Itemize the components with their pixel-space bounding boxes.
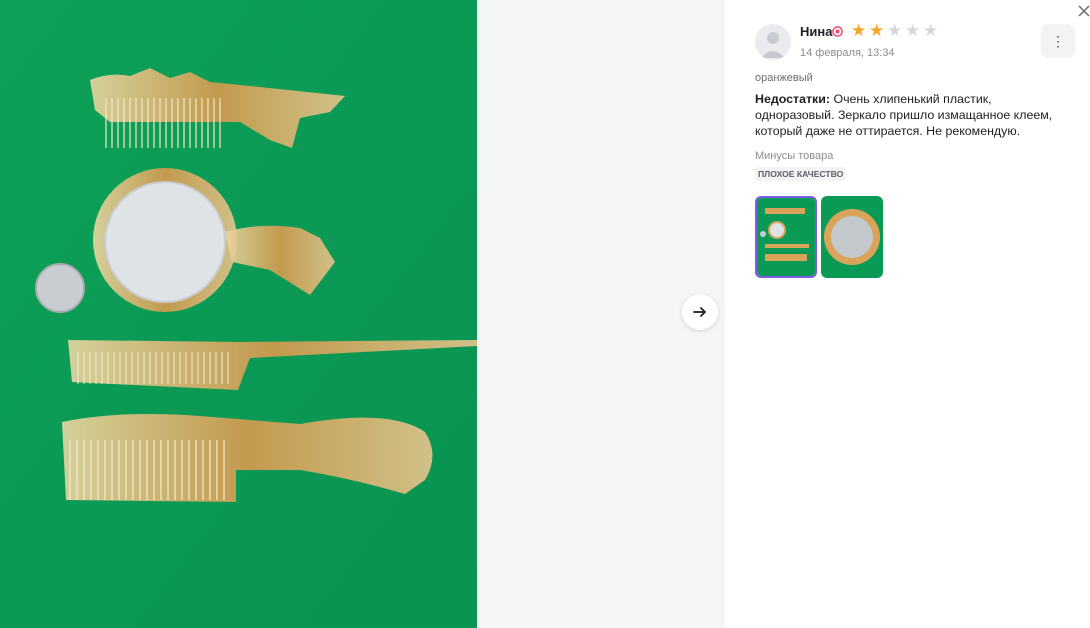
status-badge: ПЛОХОЕ КАЧЕСТВО: [755, 167, 847, 181]
cons-section-title: Минусы товара: [755, 150, 834, 162]
close-icon[interactable]: [1076, 2, 1090, 20]
thumbnail-image: [757, 198, 815, 276]
product-variant: оранжевый: [755, 72, 813, 84]
review-text: Недостатки: Очень хлипенький пластик, од…: [755, 91, 1070, 139]
photo-gallery: [0, 0, 725, 628]
more-vertical-icon: ⋮: [1051, 32, 1065, 49]
thumbnail-image: [821, 196, 883, 278]
star-empty-icon: ★: [923, 21, 939, 40]
review-photo[interactable]: [0, 0, 477, 628]
avatar: [755, 24, 791, 60]
photo-thumbnail-1[interactable]: [755, 196, 817, 278]
more-options-button[interactable]: ⋮: [1041, 24, 1075, 58]
verified-badge-icon: [832, 26, 843, 37]
user-icon: [761, 32, 785, 58]
star-empty-icon: ★: [905, 21, 921, 40]
photo-image: [0, 0, 477, 628]
next-photo-button[interactable]: [682, 294, 718, 330]
review-panel: Нина ★ ★ ★ ★ ★ 14 февраля, 13:34 ⋮ оранж…: [725, 0, 1090, 628]
arrow-right-icon: [693, 307, 706, 317]
review-date: 14 февраля, 13:34: [800, 47, 895, 59]
star-filled-icon: ★: [851, 21, 867, 40]
cons-label: Недостатки:: [755, 92, 830, 106]
star-empty-icon: ★: [887, 21, 903, 40]
star-filled-icon: ★: [869, 21, 885, 40]
user-name: Нина: [800, 24, 833, 39]
review-viewer: Нина ★ ★ ★ ★ ★ 14 февраля, 13:34 ⋮ оранж…: [0, 0, 1090, 628]
photo-thumbnail-2[interactable]: [821, 196, 883, 278]
rating-stars: ★ ★ ★ ★ ★: [851, 21, 939, 40]
